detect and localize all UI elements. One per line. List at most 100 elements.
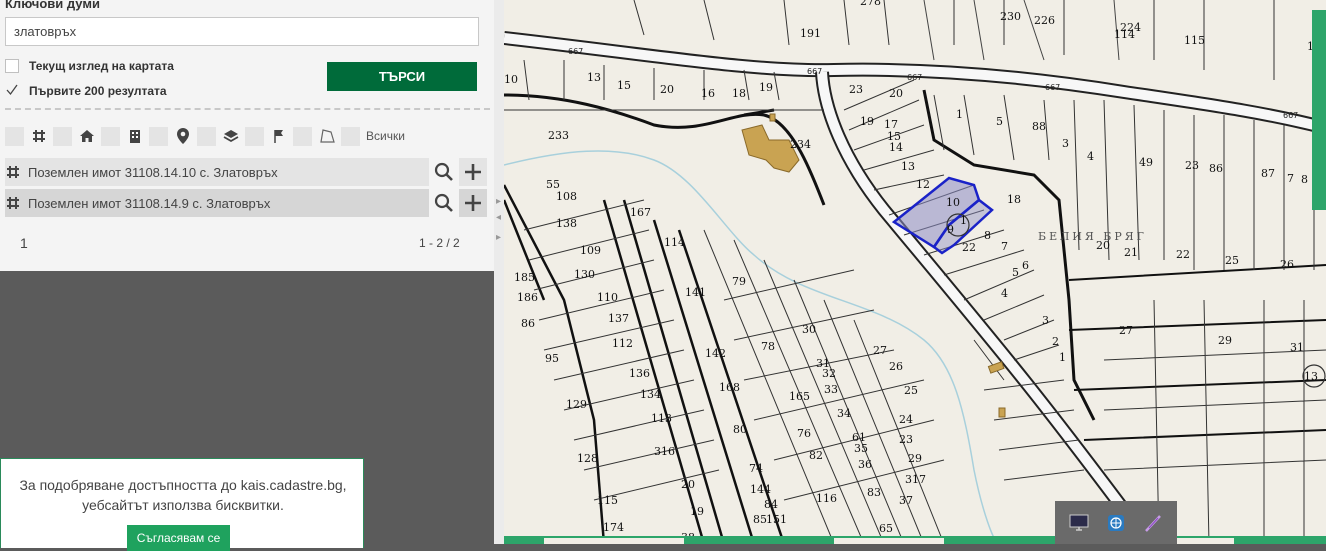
parcel-number: 141 [685, 286, 706, 299]
parcel-number: 23 [1185, 159, 1199, 172]
parcel-number: 3 [1062, 137, 1069, 150]
parcel-number: 134 [640, 388, 661, 401]
filter-checkbox[interactable] [53, 126, 72, 146]
parcel-number: 142 [705, 347, 726, 360]
filter-checkbox[interactable] [197, 126, 216, 146]
parcel-number: 14 [889, 141, 903, 154]
parcel-number: 191 [800, 27, 821, 40]
parcel-number: 85 [753, 513, 767, 526]
parcel-number: 9 [947, 223, 954, 236]
filter-checkbox[interactable] [5, 126, 24, 146]
parcel-number: 317 [905, 473, 926, 486]
filter-checkbox[interactable] [245, 126, 264, 146]
add-result-button[interactable] [459, 158, 487, 186]
flag-icon[interactable] [269, 127, 288, 146]
measure-feather-icon[interactable] [1141, 511, 1165, 535]
parcel-number: 114 [664, 236, 685, 249]
map-bottom-strip [504, 536, 1326, 544]
parcel-number: 115 [597, 494, 618, 507]
parcel-number: 185 [514, 271, 535, 284]
globe-layers-icon[interactable] [1104, 511, 1128, 535]
parcel-number: 316 [654, 445, 675, 458]
parcel-number: 129 [566, 398, 587, 411]
result-item[interactable]: Поземлен имот 31108.14.10 с. Златовръх [5, 158, 429, 186]
cookie-text: За подобряване достъпността до kais.cada… [19, 477, 347, 513]
filter-checkbox[interactable] [149, 126, 168, 146]
map-tools-bar [1055, 501, 1177, 544]
filter-all-label: Всички [366, 129, 405, 143]
parcel-number: 22 [962, 241, 976, 254]
search-icon [434, 193, 453, 212]
building-shape [769, 113, 776, 122]
panel-resize-handle[interactable]: ▸ ◂ ▸ [494, 0, 504, 544]
parcel-number: 13 [1304, 370, 1318, 383]
parcel-number: 25 [1225, 254, 1239, 267]
parcel-number: 18 [1007, 193, 1021, 206]
first200-option[interactable]: Първите 200 резултата [5, 84, 167, 98]
parcel-number: 49 [1139, 156, 1153, 169]
zoom-to-result-button[interactable] [430, 158, 458, 186]
current-view-checkbox[interactable] [5, 59, 19, 73]
parcel-number: 21 [1124, 246, 1138, 259]
parcel-number: 4 [1001, 287, 1008, 300]
parcel-number: 20 [889, 87, 903, 100]
parcel-number: 167 [630, 206, 651, 219]
filter-checkbox[interactable] [293, 126, 312, 146]
layers-icon[interactable] [221, 127, 240, 146]
arrow-right-icon: ▸ [496, 196, 502, 207]
building-icon[interactable] [125, 127, 144, 146]
parcel-number: 23 [849, 83, 863, 96]
parcel-number: 226 [1034, 14, 1055, 27]
parcel-number: 109 [580, 244, 601, 257]
location-pin-icon[interactable] [173, 127, 192, 146]
check-icon [6, 84, 18, 96]
parcel-number: 23 [899, 433, 913, 446]
parcel-number: 76 [797, 427, 811, 440]
home-icon[interactable] [77, 127, 96, 146]
parcel-number: 15 [617, 79, 631, 92]
parcel-number: 18 [732, 87, 746, 100]
parcel-number: 1 [960, 214, 967, 227]
pager-count: 1 - 2 / 2 [419, 236, 460, 250]
parcel-number: 78 [761, 340, 775, 353]
result-label: Поземлен имот 31108.14.10 с. Златовръх [28, 164, 278, 180]
pager-page-number[interactable]: 1 [20, 235, 28, 251]
parcel-number: 7 [1287, 172, 1294, 185]
grid-icon[interactable] [29, 127, 48, 146]
cadastral-map[interactable]: 667 667 667 667 667 БЕЛИЯ БРЯГ 278 230 226… [504, 0, 1326, 544]
parcel-number: 1 [1059, 351, 1066, 364]
divider-dashed [5, 108, 490, 110]
map-canvas[interactable]: 667 667 667 667 667 БЕЛИЯ БРЯГ 278230 226… [504, 0, 1326, 544]
building-shape [998, 407, 1006, 418]
current-view-option[interactable]: Текущ изглед на картата [5, 59, 174, 73]
parcel-number: 5 [1012, 266, 1019, 279]
search-button[interactable]: ТЪРСИ [327, 62, 477, 91]
cookie-accept-button[interactable]: Съгласявам се [127, 525, 230, 551]
parcel-number: 174 [603, 521, 624, 534]
road-label: 667 [1283, 111, 1298, 120]
parcel-number: 16 [701, 87, 715, 100]
parcel-number: 22 [1176, 248, 1190, 261]
zoom-to-result-button[interactable] [430, 189, 458, 217]
result-item[interactable]: Поземлен имот 31108.14.9 с. Златовръх [5, 189, 429, 217]
parcel-number: 31 [1290, 341, 1304, 354]
parcel-number: 112 [612, 337, 633, 350]
parcel-number: 82 [809, 449, 823, 462]
filter-checkbox[interactable] [341, 126, 360, 146]
parcel-number: 20 [660, 83, 674, 96]
building-shape [987, 361, 1005, 374]
parcel-number: 165 [789, 390, 810, 403]
add-result-button[interactable] [459, 189, 487, 217]
parcel-number: 20 [1096, 239, 1110, 252]
polygon-icon[interactable] [317, 127, 336, 146]
filter-checkbox[interactable] [101, 126, 120, 146]
parcel-number: 10 [504, 73, 518, 86]
keywords-label: Ключови думи [5, 0, 100, 11]
first200-checkbox[interactable] [5, 84, 19, 98]
parcel-number: 80 [733, 423, 747, 436]
monitor-icon[interactable] [1067, 511, 1091, 535]
parcel-number: 151 [766, 513, 787, 526]
parcel-number: 19 [860, 115, 874, 128]
parcel-number: 19 [759, 81, 773, 94]
keywords-input[interactable] [5, 17, 479, 46]
